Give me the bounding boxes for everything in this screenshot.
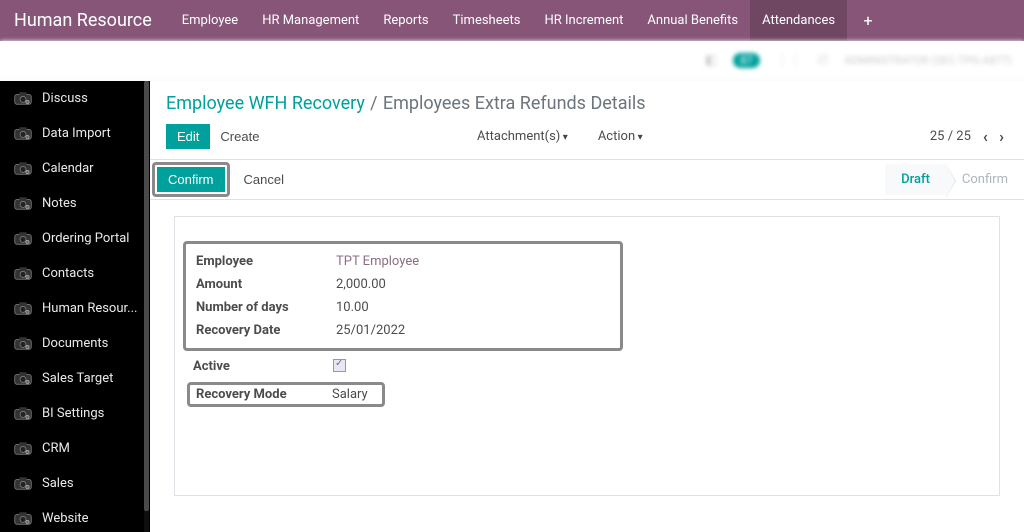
nav-add-icon[interactable]: + bbox=[847, 0, 889, 41]
sidebar-item-sales-target[interactable]: Sales Target bbox=[0, 361, 150, 396]
top-navbar: Human Resource Employee HR Management Re… bbox=[0, 0, 1024, 41]
sidebar-item-documents[interactable]: Documents bbox=[0, 326, 150, 361]
user-menu[interactable]: ADMINISTRATOR (SEC-TPG-A877) bbox=[844, 54, 1012, 67]
action-dropdown[interactable]: Action bbox=[588, 125, 653, 148]
camera-icon bbox=[14, 477, 32, 491]
sidebar-item-bi-settings[interactable]: BI Settings bbox=[0, 396, 150, 431]
mode-value: Salary bbox=[332, 387, 368, 402]
sidebar-item-label: Human Resour... bbox=[42, 301, 137, 316]
sidebar-item-calendar[interactable]: Calendar bbox=[0, 151, 150, 186]
field-active: Active bbox=[183, 355, 623, 380]
mode-highlight: Recovery Mode Salary bbox=[187, 382, 385, 407]
amount-value: 2,000.00 bbox=[336, 277, 386, 292]
sidebar-item-label: Website bbox=[42, 511, 89, 526]
sidebar-item-data-import[interactable]: Data Import bbox=[0, 116, 150, 151]
sidebar-item-label: BI Settings bbox=[42, 406, 104, 421]
scrollbar-thumb[interactable] bbox=[144, 81, 149, 511]
breadcrumb: Employee WFH Recovery / Employees Extra … bbox=[150, 81, 1024, 118]
grid-icon[interactable]: ⋮⋮ bbox=[776, 53, 802, 68]
sidebar-item-label: Ordering Portal bbox=[42, 231, 129, 246]
date-value: 25/01/2022 bbox=[336, 323, 405, 338]
days-value: 10.00 bbox=[336, 300, 369, 315]
camera-icon[interactable]: ⎚ bbox=[818, 53, 828, 68]
sidebar-item-label: Discuss bbox=[42, 91, 88, 106]
camera-icon bbox=[14, 267, 32, 281]
camera-icon bbox=[14, 197, 32, 211]
camera-icon bbox=[14, 232, 32, 246]
camera-icon bbox=[14, 372, 32, 386]
sidebar-item-label: CRM bbox=[42, 441, 70, 456]
sidebar-item-label: Calendar bbox=[42, 161, 94, 176]
sidebar-item-label: Notes bbox=[42, 196, 77, 211]
messaging-badge[interactable]: 87 bbox=[733, 53, 759, 68]
field-recovery-date: Recovery Date 25/01/2022 bbox=[190, 319, 616, 342]
camera-icon bbox=[14, 442, 32, 456]
pager: 25 / 25 ‹ › bbox=[930, 127, 1008, 146]
sidebar-item-contacts[interactable]: Contacts bbox=[0, 256, 150, 291]
activity-icon[interactable]: ◧ bbox=[705, 53, 717, 68]
nav-employee[interactable]: Employee bbox=[170, 0, 250, 41]
attachments-dropdown[interactable]: Attachment(s) bbox=[467, 125, 578, 148]
employee-label: Employee bbox=[196, 254, 336, 269]
camera-icon bbox=[14, 337, 32, 351]
sidebar-item-label: Documents bbox=[42, 336, 108, 351]
mode-label: Recovery Mode bbox=[196, 387, 332, 402]
sidebar-item-crm[interactable]: CRM bbox=[0, 431, 150, 466]
sidebar-item-label: Contacts bbox=[42, 266, 94, 281]
edit-button[interactable]: Edit bbox=[166, 124, 210, 149]
stage-confirm[interactable]: Confirm bbox=[946, 164, 1024, 195]
amount-label: Amount bbox=[196, 277, 336, 292]
breadcrumb-root[interactable]: Employee WFH Recovery bbox=[166, 93, 365, 114]
days-label: Number of days bbox=[196, 300, 336, 315]
active-checkbox[interactable] bbox=[333, 359, 346, 372]
sidebar-item-label: Sales Target bbox=[42, 371, 113, 386]
nav-annual-benefits[interactable]: Annual Benefits bbox=[635, 0, 750, 41]
date-label: Recovery Date bbox=[196, 323, 336, 338]
sidebar-item-human-resource[interactable]: Human Resour... bbox=[0, 291, 150, 326]
nav-timesheets[interactable]: Timesheets bbox=[441, 0, 533, 41]
sidebar-item-sales[interactable]: Sales bbox=[0, 466, 150, 501]
active-label: Active bbox=[193, 359, 333, 376]
sidebar-item-notes[interactable]: Notes bbox=[0, 186, 150, 221]
sidebar-item-website[interactable]: Website bbox=[0, 501, 150, 532]
systray: ◧ 87 ⋮⋮ ⎚ ADMINISTRATOR (SEC-TPG-A877) bbox=[0, 41, 1024, 81]
pager-next-icon[interactable]: › bbox=[995, 127, 1008, 146]
pager-text: 25 / 25 bbox=[930, 129, 971, 144]
breadcrumb-sep: / bbox=[368, 93, 379, 114]
field-recovery-mode: Recovery Mode Salary bbox=[183, 380, 623, 407]
confirm-button[interactable]: Confirm bbox=[157, 167, 225, 192]
form-sheet: Employee TPT Employee Amount 2,000.00 Nu… bbox=[174, 216, 1000, 496]
confirm-highlight: Confirm bbox=[152, 162, 230, 197]
status-bar: Confirm Cancel Draft Confirm bbox=[150, 160, 1024, 200]
camera-icon bbox=[14, 127, 32, 141]
main-content: Employee WFH Recovery / Employees Extra … bbox=[150, 81, 1024, 532]
field-days: Number of days 10.00 bbox=[190, 296, 616, 319]
sidebar-item-ordering-portal[interactable]: Ordering Portal bbox=[0, 221, 150, 256]
camera-icon bbox=[14, 162, 32, 176]
employee-value[interactable]: TPT Employee bbox=[336, 254, 419, 269]
field-employee: Employee TPT Employee bbox=[190, 250, 616, 273]
nav-hr-increment[interactable]: HR Increment bbox=[532, 0, 635, 41]
field-group-highlight: Employee TPT Employee Amount 2,000.00 Nu… bbox=[183, 241, 623, 351]
camera-icon bbox=[14, 302, 32, 316]
stage-draft[interactable]: Draft bbox=[885, 164, 946, 195]
top-nav: Employee HR Management Reports Timesheet… bbox=[170, 0, 847, 41]
app-sidebar: Discuss Data Import Calendar Notes Order… bbox=[0, 81, 150, 532]
camera-icon bbox=[14, 92, 32, 106]
cancel-button[interactable]: Cancel bbox=[234, 168, 294, 191]
sidebar-item-label: Sales bbox=[42, 476, 74, 491]
camera-icon bbox=[14, 512, 32, 526]
sidebar-item-discuss[interactable]: Discuss bbox=[0, 81, 150, 116]
nav-hr-management[interactable]: HR Management bbox=[250, 0, 371, 41]
app-brand: Human Resource bbox=[0, 10, 170, 31]
pager-prev-icon[interactable]: ‹ bbox=[979, 127, 992, 146]
breadcrumb-current: Employees Extra Refunds Details bbox=[383, 93, 646, 114]
nav-reports[interactable]: Reports bbox=[371, 0, 440, 41]
nav-attendances[interactable]: Attendances bbox=[750, 0, 847, 41]
field-amount: Amount 2,000.00 bbox=[190, 273, 616, 296]
sidebar-item-label: Data Import bbox=[42, 126, 111, 141]
create-button[interactable]: Create bbox=[210, 125, 269, 148]
camera-icon bbox=[14, 407, 32, 421]
control-panel: Edit Create Attachment(s) Action 25 / 25… bbox=[150, 118, 1024, 160]
